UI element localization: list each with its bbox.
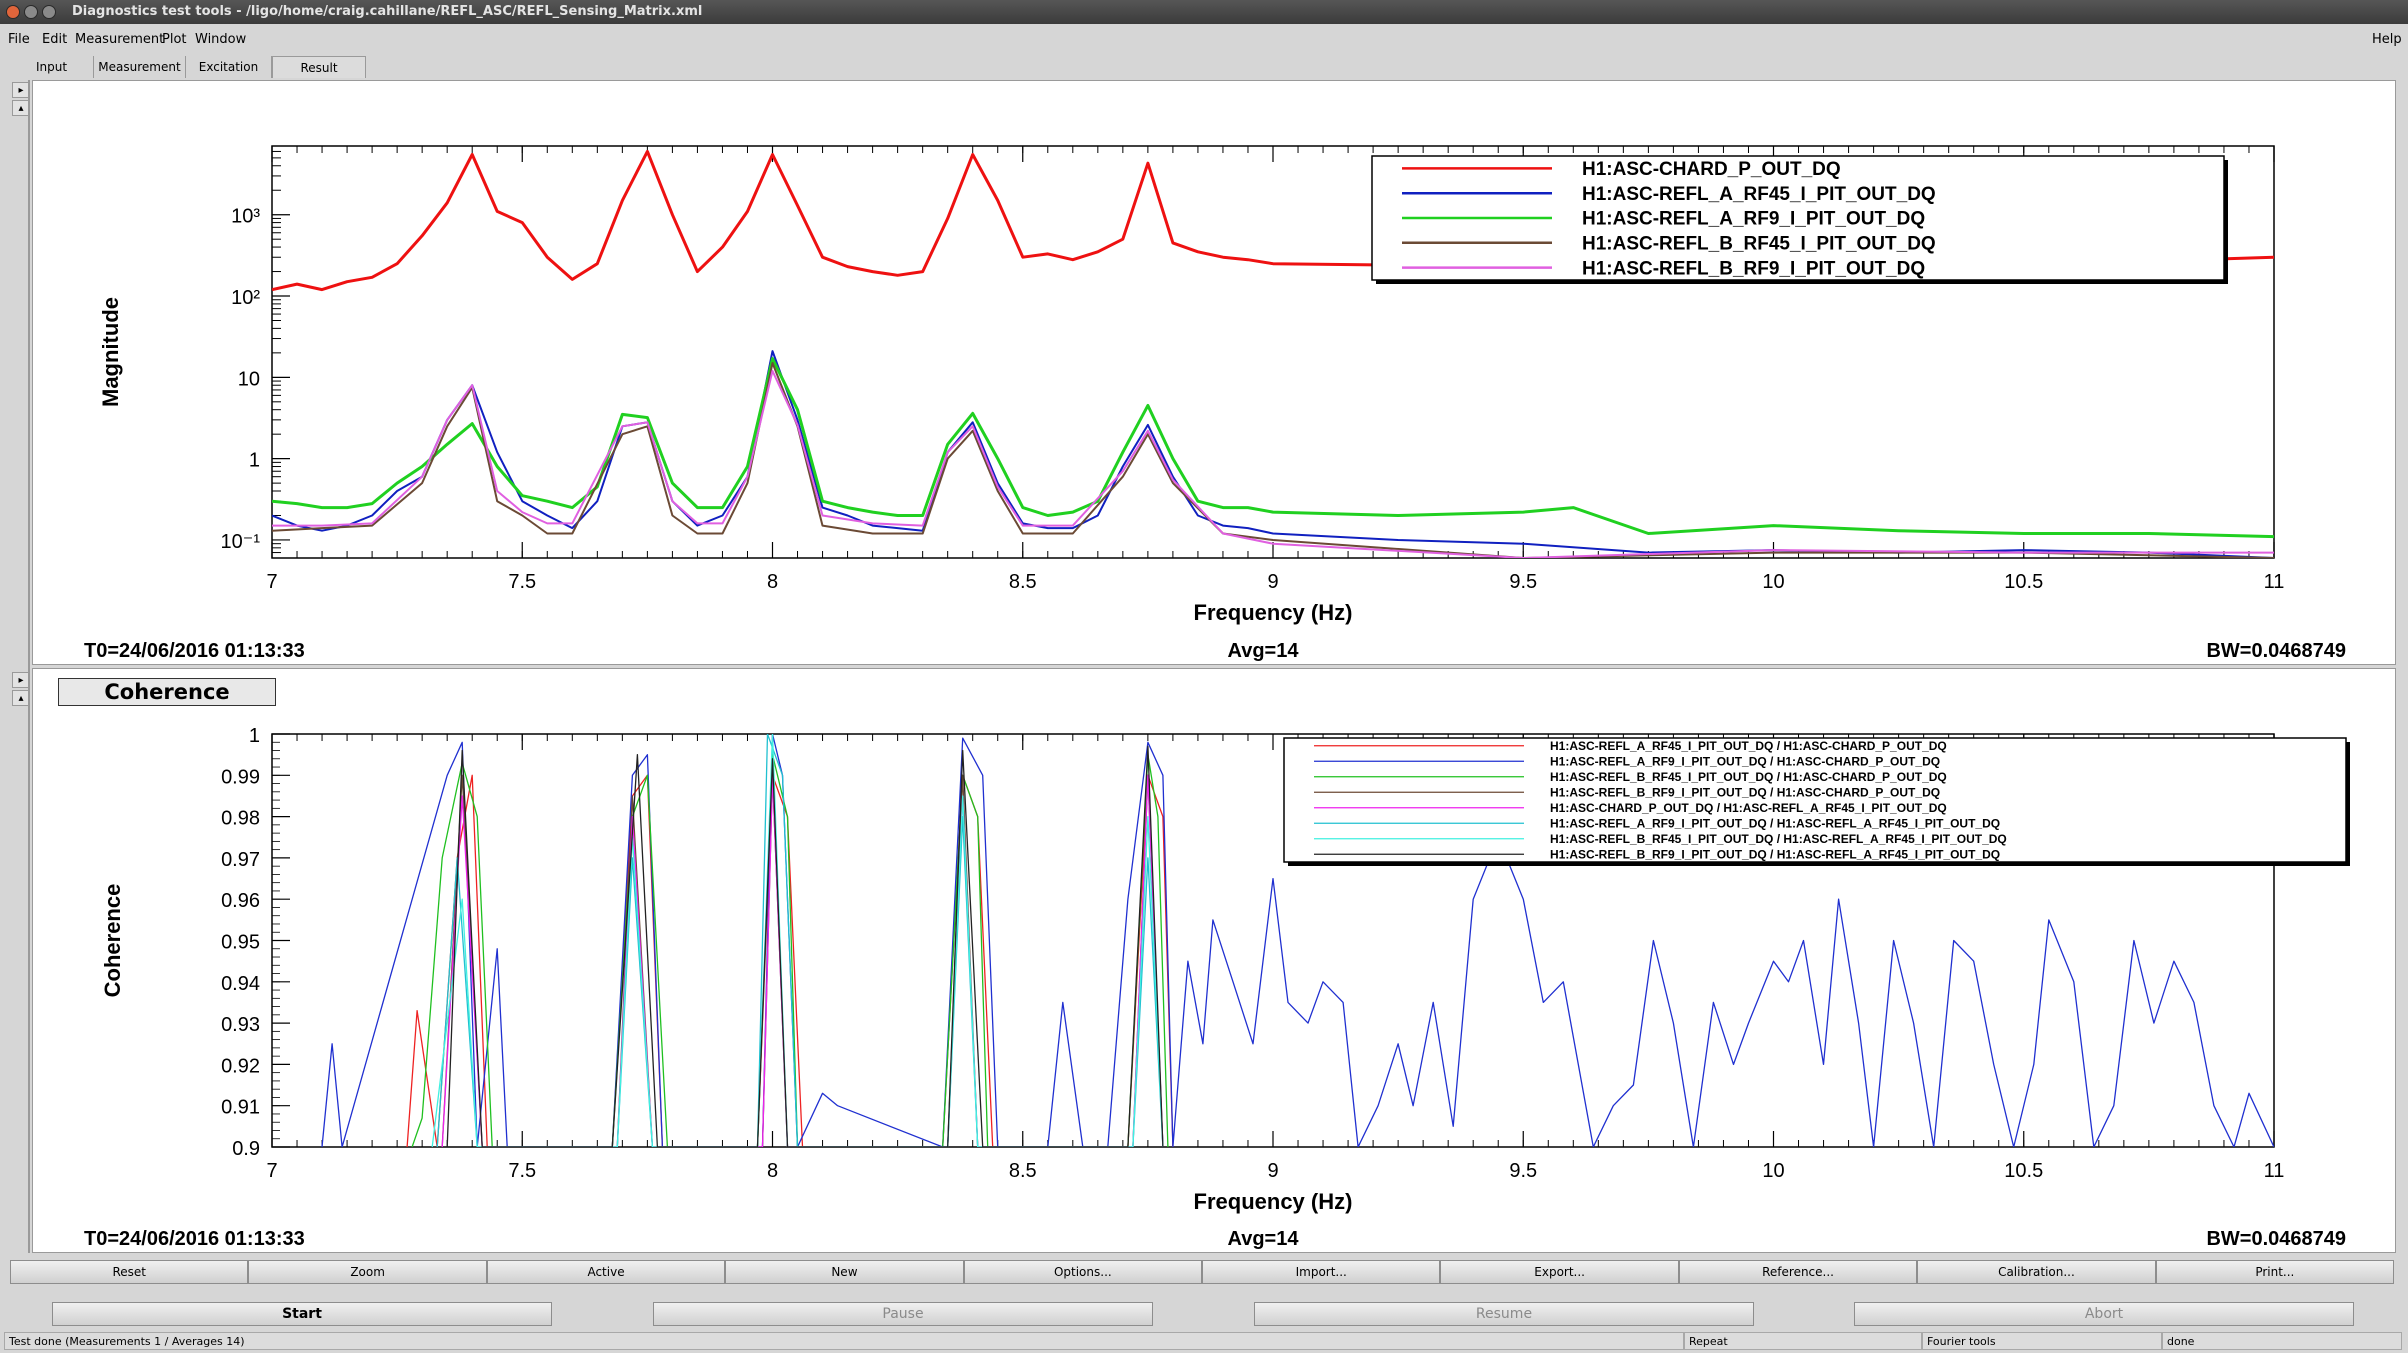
bandwidth-label: BW=0.0468749 [2206, 640, 2346, 662]
y-tick-label: 0.92 [221, 1055, 260, 1077]
legend-label-6: H1:ASC-REFL_A_RF9_I_PIT_OUT_DQ / H1:ASC-… [1550, 816, 2000, 830]
averages-label: Avg=14 [1228, 640, 1300, 662]
legend-label-2: H1:ASC-REFL_A_RF9_I_PIT_OUT_DQ / H1:ASC-… [1550, 754, 1940, 768]
legend-label-3: H1:ASC-REFL_B_RF45_I_PIT_OUT_DQ / H1:ASC… [1550, 770, 1947, 784]
x-tick-label: 10.5 [2004, 571, 2043, 593]
x-tick-label: 10.5 [2004, 1160, 2043, 1182]
resume-button[interactable]: Resume [1254, 1302, 1754, 1326]
y-axis-title: Coherence [100, 884, 125, 998]
export-button[interactable]: Export... [1440, 1260, 1679, 1284]
legend-label-1: H1:ASC-CHARD_P_OUT_DQ [1582, 159, 1841, 180]
legend-label-7: H1:ASC-REFL_B_RF45_I_PIT_OUT_DQ / H1:ASC… [1550, 832, 2007, 846]
y-tick-label: 0.99 [221, 766, 260, 788]
print-button[interactable]: Print... [2155, 1260, 2395, 1284]
y-tick-label: 0.98 [221, 808, 260, 830]
x-tick-label: 9.5 [1509, 571, 1537, 593]
status-message: Test done (Measurements 1 / Averages 14) [4, 1332, 1684, 1350]
x-tick-label: 9 [1267, 571, 1278, 593]
y-tick-label: 0.94 [221, 973, 260, 995]
legend-label-1: H1:ASC-REFL_A_RF45_I_PIT_OUT_DQ / H1:ASC… [1550, 739, 1947, 753]
x-tick-label: 7.5 [508, 571, 536, 593]
y-tick-label: 0.96 [221, 890, 260, 912]
x-axis-title: Frequency (Hz) [1194, 1189, 1353, 1214]
start-button[interactable]: Start [52, 1302, 552, 1326]
legend-label-2: H1:ASC-REFL_A_RF45_I_PIT_OUT_DQ [1582, 184, 1936, 205]
new-button[interactable]: New [725, 1260, 964, 1284]
y-tick-label: 10³ [231, 206, 260, 228]
reset-button[interactable]: Reset [10, 1260, 249, 1284]
legend-label-5: H1:ASC-CHARD_P_OUT_DQ / H1:ASC-REFL_A_RF… [1550, 801, 1947, 815]
zoom-button[interactable]: Zoom [248, 1260, 487, 1284]
reference-button[interactable]: Reference... [1678, 1260, 1918, 1284]
legend-label-4: H1:ASC-REFL_B_RF45_I_PIT_OUT_DQ [1582, 233, 1936, 254]
status-state: done [2162, 1332, 2402, 1350]
options-button[interactable]: Options... [963, 1260, 1203, 1284]
x-tick-label: 10 [1762, 571, 1784, 593]
legend-label-8: H1:ASC-REFL_B_RF9_I_PIT_OUT_DQ / H1:ASC-… [1550, 847, 2000, 861]
x-tick-label: 11 [2264, 1160, 2285, 1182]
start-time-label: T0=24/06/2016 01:13:33 [84, 640, 305, 662]
x-tick-label: 7 [266, 1160, 277, 1182]
x-tick-label: 8 [767, 1160, 778, 1182]
legend-label-4: H1:ASC-REFL_B_RF9_I_PIT_OUT_DQ / H1:ASC-… [1550, 785, 1940, 799]
x-tick-label: 9.5 [1509, 1160, 1537, 1182]
y-tick-label: 0.91 [221, 1097, 260, 1119]
graph-title-coherence: Coherence [58, 678, 276, 706]
x-axis-title: Frequency (Hz) [1194, 600, 1353, 625]
bandwidth-label: BW=0.0468749 [2206, 1228, 2346, 1250]
x-tick-label: 9 [1267, 1160, 1278, 1182]
y-tick-label: 10 [238, 368, 260, 390]
status-repeat: Repeat [1684, 1332, 1922, 1350]
y-tick-label: 0.95 [221, 932, 260, 954]
plot-canvas: 7 7.5 8 8.5 9 9.5 10 10.5 11 10⁻¹ 1 10 10² 10³ H1:ASC-… [84, 145, 2350, 1250]
active-button[interactable]: Active [486, 1260, 726, 1284]
x-tick-label: 11 [2264, 571, 2285, 593]
y-tick-label: 10⁻¹ [221, 531, 261, 553]
x-tick-label: 7 [266, 571, 277, 593]
averages-label: Avg=14 [1228, 1228, 1300, 1250]
pause-button[interactable]: Pause [653, 1302, 1153, 1326]
y-tick-label: 0.9 [232, 1138, 260, 1160]
y-tick-label: 0.97 [221, 849, 260, 871]
y-tick-label: 1 [249, 725, 260, 747]
x-tick-label: 8.5 [1009, 571, 1037, 593]
x-tick-label: 8 [767, 571, 778, 593]
status-fourier-tools: Fourier tools [1922, 1332, 2162, 1350]
abort-button[interactable]: Abort [1854, 1302, 2354, 1326]
x-tick-label: 10 [1762, 1160, 1784, 1182]
calibration-button[interactable]: Calibration... [1917, 1260, 2156, 1284]
y-tick-label: 0.93 [221, 1014, 260, 1036]
x-tick-label: 8.5 [1009, 1160, 1037, 1182]
y-tick-label: 10² [231, 287, 260, 309]
import-button[interactable]: Import... [1202, 1260, 1441, 1284]
x-tick-label: 7.5 [508, 1160, 536, 1182]
legend-label-3: H1:ASC-REFL_A_RF9_I_PIT_OUT_DQ [1582, 209, 1925, 230]
y-axis-title: Magnitude [98, 297, 123, 407]
plot-control-buttons: Reset Zoom Active New Options... Import.… [10, 1260, 2395, 1284]
start-time-label: T0=24/06/2016 01:13:33 [84, 1228, 305, 1250]
legend-label-5: H1:ASC-REFL_B_RF9_I_PIT_OUT_DQ [1582, 258, 1925, 279]
y-tick-label: 1 [249, 450, 260, 472]
